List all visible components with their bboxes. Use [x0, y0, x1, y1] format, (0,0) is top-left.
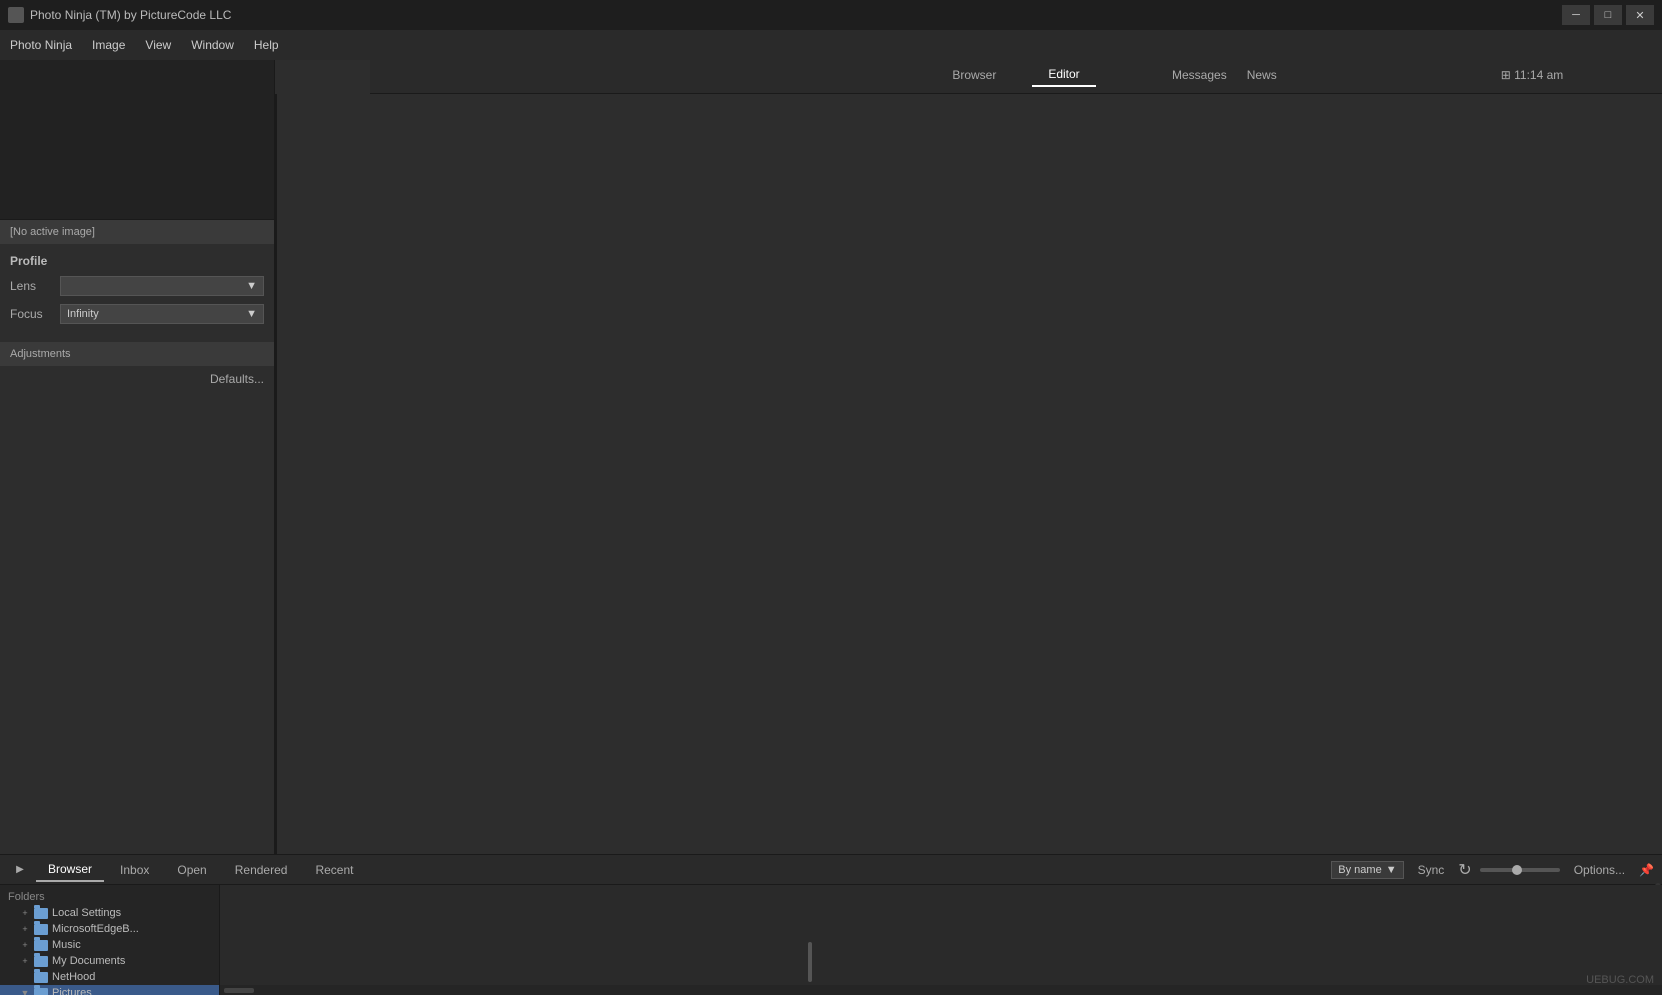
- clock-area: ⊞ 11:14 am: [1462, 60, 1602, 90]
- bottom-tab-recent[interactable]: Recent: [303, 859, 365, 881]
- bottom-tab-browser[interactable]: Browser: [36, 858, 104, 882]
- messages-link[interactable]: Messages: [1172, 68, 1227, 82]
- options-button[interactable]: Options...: [1568, 861, 1631, 879]
- defaults-button[interactable]: Defaults...: [0, 366, 274, 392]
- no-active-text: [No active image]: [10, 226, 95, 238]
- folder-icon: [34, 940, 48, 951]
- main-canvas: [275, 94, 1662, 854]
- pin-icon-bottom[interactable]: 📌: [1639, 863, 1654, 877]
- left-panel: ✛ [No active image] Profile Lens ▼ Focus…: [0, 30, 275, 854]
- maximize-button[interactable]: □: [1594, 5, 1622, 25]
- sync-button[interactable]: Sync: [1412, 861, 1451, 879]
- bottom-tab-rendered[interactable]: Rendered: [223, 859, 300, 881]
- focus-dropdown[interactable]: Infinity ▼: [60, 304, 264, 324]
- bottom-tab-open[interactable]: Open: [165, 859, 218, 881]
- folder-name: Local Settings: [52, 907, 121, 919]
- menu-image[interactable]: Image: [82, 34, 135, 56]
- list-item[interactable]: + My Documents: [0, 953, 219, 969]
- profile-heading: Profile: [10, 254, 47, 268]
- profile-row: Profile: [10, 254, 264, 268]
- bottom-toolbar: ▶ Browser Inbox Open Rendered Recent By …: [0, 855, 1662, 885]
- expand-icon[interactable]: +: [20, 908, 30, 918]
- watermark: UEBUG.COM: [1586, 974, 1654, 986]
- folder-name: NetHood: [52, 971, 95, 983]
- folder-area: Folders + Local Settings + MicrosoftEdge…: [0, 885, 1662, 995]
- content-area: [220, 885, 1662, 995]
- expand-icon[interactable]: +: [20, 924, 30, 934]
- focus-arrow: ▼: [246, 308, 257, 320]
- folder-name: Music: [52, 939, 81, 951]
- list-item[interactable]: NetHood: [0, 969, 219, 985]
- lens-dropdown[interactable]: ▼: [60, 276, 264, 296]
- message-area: Messages News: [1162, 60, 1362, 90]
- expand-icon[interactable]: +: [20, 956, 30, 966]
- tab-browser[interactable]: Browser: [936, 64, 1012, 86]
- menu-help[interactable]: Help: [244, 34, 289, 56]
- window-controls: ─ □ ✕: [1562, 5, 1654, 25]
- minimize-button[interactable]: ─: [1562, 5, 1590, 25]
- adjustments-label: Adjustments: [10, 348, 71, 360]
- clock-text: ⊞ 11:14 am: [1501, 68, 1564, 82]
- list-item[interactable]: + Music: [0, 937, 219, 953]
- news-link[interactable]: News: [1247, 68, 1277, 82]
- close-button[interactable]: ✕: [1626, 5, 1654, 25]
- folder-name: My Documents: [52, 955, 125, 967]
- bottom-panel: ▶ Browser Inbox Open Rendered Recent By …: [0, 854, 1662, 994]
- zoom-slider[interactable]: [1480, 868, 1560, 872]
- app-icon: [8, 7, 24, 23]
- profile-section: Profile Lens ▼ Focus Infinity ▼: [0, 244, 274, 342]
- folder-name: MicrosoftEdgeB...: [52, 923, 139, 935]
- sort-selector[interactable]: By name ▼: [1331, 861, 1403, 879]
- bottom-controls-right: By name ▼ Sync ↻ Options... 📌: [1331, 860, 1654, 880]
- hscroll-thumb[interactable]: [224, 988, 254, 993]
- title-bar: Photo Ninja (TM) by PictureCode LLC ─ □ …: [0, 0, 1662, 30]
- sort-label: By name: [1338, 864, 1381, 876]
- focus-label: Focus: [10, 307, 60, 321]
- lens-arrow: ▼: [246, 280, 257, 292]
- no-active-image-bar: [No active image]: [0, 220, 274, 244]
- menu-photo-ninja[interactable]: Photo Ninja: [0, 34, 82, 56]
- folders-section[interactable]: Folders: [0, 887, 219, 905]
- sort-arrow: ▼: [1386, 864, 1397, 876]
- menu-window[interactable]: Window: [181, 34, 244, 56]
- zoom-thumb[interactable]: [1512, 865, 1522, 875]
- vertical-scroll-indicator[interactable]: [808, 942, 812, 982]
- refresh-icon[interactable]: ↻: [1458, 860, 1471, 880]
- folder-tree: Folders + Local Settings + MicrosoftEdge…: [0, 885, 220, 995]
- bottom-tab-inbox[interactable]: Inbox: [108, 859, 161, 881]
- expand-icon[interactable]: +: [20, 940, 30, 950]
- focus-value: Infinity: [67, 308, 99, 320]
- vertical-splitter[interactable]: [274, 94, 277, 854]
- title-text: Photo Ninja (TM) by PictureCode LLC: [30, 8, 231, 22]
- folder-icon: [34, 972, 48, 983]
- folder-icon: [34, 924, 48, 935]
- folder-icon: [34, 956, 48, 967]
- collapse-icon[interactable]: ▶: [8, 858, 32, 882]
- tab-editor[interactable]: Editor: [1032, 63, 1095, 87]
- expand-icon[interactable]: [20, 972, 30, 982]
- focus-row: Focus Infinity ▼: [10, 304, 264, 324]
- folder-icon: [34, 908, 48, 919]
- list-item[interactable]: + MicrosoftEdgeB...: [0, 921, 219, 937]
- lens-row: Lens ▼: [10, 276, 264, 296]
- menu-bar: Photo Ninja Image View Window Help Brows…: [0, 30, 1662, 60]
- adjustments-bar: Adjustments: [0, 342, 274, 366]
- list-item[interactable]: + Local Settings: [0, 905, 219, 921]
- title-bar-left: Photo Ninja (TM) by PictureCode LLC: [8, 7, 231, 23]
- menu-view[interactable]: View: [135, 34, 181, 56]
- lens-label: Lens: [10, 279, 60, 293]
